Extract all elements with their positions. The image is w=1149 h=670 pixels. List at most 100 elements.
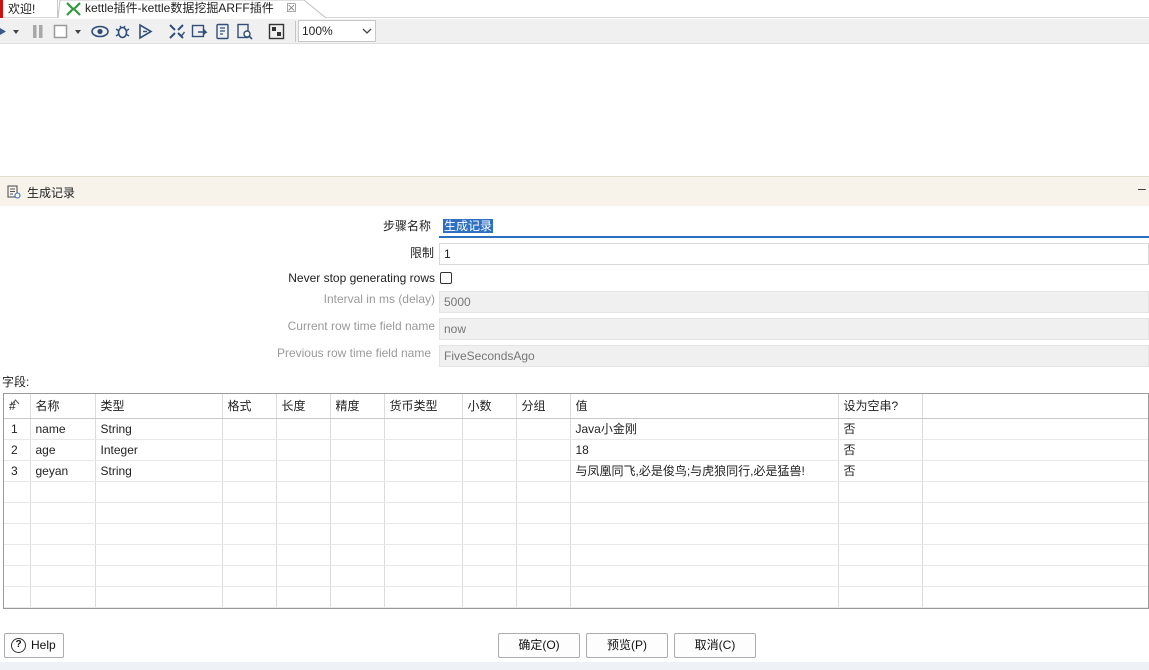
help-button[interactable]: ? Help xyxy=(4,633,64,658)
cell-set-empty[interactable]: 否 xyxy=(838,418,923,440)
cell-format[interactable] xyxy=(222,586,277,608)
cell-rownum[interactable] xyxy=(4,565,31,587)
impact-icon[interactable] xyxy=(191,23,208,40)
cell-set-empty[interactable] xyxy=(838,523,923,545)
cell-length[interactable] xyxy=(276,481,331,503)
cell-decimal[interactable] xyxy=(462,418,517,440)
cell-length[interactable] xyxy=(276,586,331,608)
cell-set-empty[interactable] xyxy=(838,565,923,587)
cell-type[interactable] xyxy=(95,586,223,608)
cell-precision[interactable] xyxy=(330,586,385,608)
table-row[interactable]: 2 age Integer 18 否 xyxy=(4,439,1148,461)
cell-value[interactable] xyxy=(570,565,839,587)
cell-format[interactable] xyxy=(222,565,277,587)
pause-icon[interactable] xyxy=(30,23,47,40)
table-row[interactable] xyxy=(4,586,1148,608)
cell-decimal[interactable] xyxy=(462,502,517,524)
cell-currency[interactable] xyxy=(384,565,463,587)
interval-input[interactable]: 5000 xyxy=(439,291,1149,313)
cell-name[interactable] xyxy=(30,523,96,545)
cell-precision[interactable] xyxy=(330,481,385,503)
cell-set-empty[interactable] xyxy=(838,586,923,608)
current-row-time-input[interactable]: now xyxy=(439,318,1149,340)
column-header-currency[interactable]: 货币类型 xyxy=(384,394,463,419)
cell-currency[interactable] xyxy=(384,460,463,482)
cell-type[interactable]: String xyxy=(95,418,223,440)
cell-precision[interactable] xyxy=(330,523,385,545)
column-header-group[interactable]: 分组 xyxy=(516,394,571,419)
cell-value[interactable]: 与凤凰同飞,必是俊鸟;与虎狼同行,必是猛兽! xyxy=(570,460,839,482)
cell-group[interactable] xyxy=(516,481,571,503)
cell-currency[interactable] xyxy=(384,418,463,440)
cell-type[interactable] xyxy=(95,565,223,587)
show-results-icon[interactable] xyxy=(268,23,285,40)
replay-icon[interactable] xyxy=(137,23,154,40)
cell-name[interactable] xyxy=(30,565,96,587)
minimize-icon[interactable]: – xyxy=(1138,180,1146,196)
tab-transformation-label[interactable]: kettle插件-kettle数据挖掘ARFF插件 xyxy=(85,0,274,17)
cell-decimal[interactable] xyxy=(462,544,517,566)
cell-type[interactable]: Integer xyxy=(95,439,223,461)
cell-length[interactable] xyxy=(276,460,331,482)
cell-precision[interactable] xyxy=(330,502,385,524)
cell-currency[interactable] xyxy=(384,586,463,608)
cell-set-empty[interactable]: 否 xyxy=(838,460,923,482)
cell-rownum[interactable]: 1 xyxy=(4,418,31,440)
cell-set-empty[interactable] xyxy=(838,481,923,503)
tab-close-icon[interactable]: ☒ xyxy=(286,0,297,16)
cell-format[interactable] xyxy=(222,481,277,503)
table-row[interactable]: 1 name String Java小金刚否 xyxy=(4,418,1148,440)
cell-length[interactable] xyxy=(276,544,331,566)
cell-group[interactable] xyxy=(516,460,571,482)
table-row[interactable]: 3 geyan String 与凤凰同飞,必是俊鸟;与虎狼同行,必是猛兽! 否 xyxy=(4,460,1148,482)
cell-decimal[interactable] xyxy=(462,481,517,503)
cell-set-empty[interactable] xyxy=(838,544,923,566)
previous-row-time-input[interactable]: FiveSecondsAgo xyxy=(439,345,1149,367)
tab-welcome[interactable]: 欢迎! xyxy=(0,0,58,18)
cell-type[interactable] xyxy=(95,502,223,524)
cell-precision[interactable] xyxy=(330,544,385,566)
verify-icon[interactable] xyxy=(168,23,185,40)
cell-name[interactable] xyxy=(30,544,96,566)
column-header-precision[interactable]: 精度 xyxy=(330,394,385,419)
cell-rownum[interactable]: 3 xyxy=(4,460,31,482)
cell-group[interactable] xyxy=(516,523,571,545)
cell-value[interactable] xyxy=(570,502,839,524)
cell-format[interactable] xyxy=(222,523,277,545)
cell-currency[interactable] xyxy=(384,481,463,503)
cell-group[interactable] xyxy=(516,418,571,440)
cell-format[interactable] xyxy=(222,502,277,524)
cell-group[interactable] xyxy=(516,544,571,566)
cell-type[interactable]: String xyxy=(95,460,223,482)
cell-length[interactable] xyxy=(276,439,331,461)
cell-name[interactable]: name xyxy=(30,418,96,440)
cell-format[interactable] xyxy=(222,460,277,482)
table-row[interactable] xyxy=(4,565,1148,587)
cell-name[interactable] xyxy=(30,586,96,608)
cell-precision[interactable] xyxy=(330,439,385,461)
cell-value[interactable]: Java小金刚 xyxy=(570,418,839,440)
fields-table[interactable]: # 名称 类型 格式 长度 精度 货币类型 小数 分组 值 设为空串? 1 nam… xyxy=(3,393,1149,609)
cell-group[interactable] xyxy=(516,502,571,524)
cell-type[interactable] xyxy=(95,523,223,545)
column-header-type[interactable]: 类型 xyxy=(95,394,223,419)
table-row[interactable] xyxy=(4,481,1148,503)
cell-currency[interactable] xyxy=(384,523,463,545)
cell-value[interactable] xyxy=(570,481,839,503)
cell-decimal[interactable] xyxy=(462,460,517,482)
cell-set-empty[interactable] xyxy=(838,502,923,524)
cell-decimal[interactable] xyxy=(462,586,517,608)
ok-button[interactable]: 确定(O) xyxy=(498,633,580,658)
debug-bug-icon[interactable] xyxy=(114,23,131,40)
cell-decimal[interactable] xyxy=(462,523,517,545)
cell-length[interactable] xyxy=(276,418,331,440)
cell-precision[interactable] xyxy=(330,460,385,482)
cell-rownum[interactable] xyxy=(4,586,31,608)
cell-currency[interactable] xyxy=(384,439,463,461)
cell-set-empty[interactable]: 否 xyxy=(838,439,923,461)
cell-decimal[interactable] xyxy=(462,439,517,461)
column-header-format[interactable]: 格式 xyxy=(222,394,277,419)
cell-precision[interactable] xyxy=(330,418,385,440)
cell-group[interactable] xyxy=(516,565,571,587)
cell-format[interactable] xyxy=(222,544,277,566)
